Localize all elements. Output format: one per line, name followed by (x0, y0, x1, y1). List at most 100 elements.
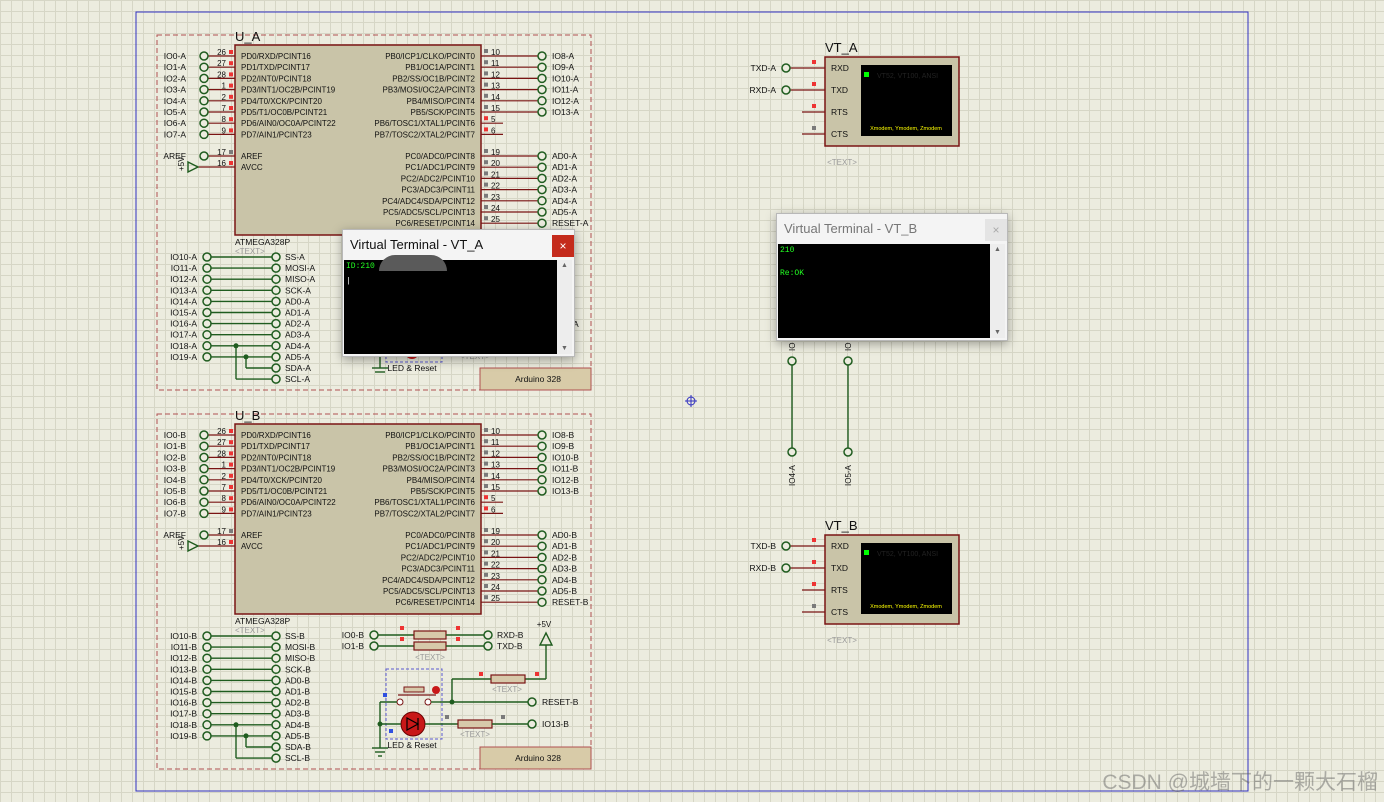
net-label: IO7-A (164, 129, 187, 139)
pin-number: 27 (217, 438, 226, 447)
terminal-icon (271, 742, 281, 752)
net-label: AD0-B (552, 530, 577, 540)
terminal-icon (537, 62, 547, 72)
chip-text: <TEXT> (235, 626, 265, 635)
net-label: TXD-A (751, 63, 777, 73)
terminal-icon (271, 642, 281, 652)
net-label: IO11-A (552, 85, 579, 95)
net-terminal (199, 62, 209, 72)
pin-name: PD2/INT0/PCINT18 (241, 74, 312, 83)
net-label: IO4-B (164, 475, 187, 485)
terminal-icon (271, 653, 281, 663)
net-label: IO5-A (844, 464, 853, 486)
net-label: AD3-A (552, 185, 577, 195)
pin-marker (445, 715, 449, 719)
terminal-window-vt-b[interactable]: Virtual Terminal - VT_B × 210 Re:OK ▲ ▼ (776, 213, 1008, 341)
terminal-icon (202, 329, 212, 340)
pin-name: PC1/ADC1/PCINT9 (405, 163, 475, 172)
terminal-icon (271, 274, 281, 284)
pin-number: 28 (217, 449, 226, 458)
net-label: IO10-A (552, 73, 579, 83)
vertical-scrollbar[interactable]: ▲ ▼ (557, 260, 572, 354)
io-probe-wires[interactable]: IO IO4-A IO IO5-A (787, 343, 853, 486)
pin-name: PB4/MISO/PCINT4 (407, 476, 476, 485)
pin-number: 25 (491, 215, 500, 224)
pin-marker (229, 507, 233, 512)
terminal-icon (202, 296, 212, 307)
net-label: IO16-B (170, 698, 197, 708)
terminal-icon (271, 753, 281, 763)
scroll-up-icon[interactable]: ▲ (990, 246, 1005, 253)
virtual-terminal-vt-b[interactable]: VT_B VT52, VT100, ANSI Xmodem, Ymodem, Zmo… (750, 518, 960, 645)
scroll-down-icon[interactable]: ▼ (557, 345, 572, 352)
pin-number: 2 (222, 93, 227, 102)
close-button[interactable]: × (985, 219, 1007, 241)
terminal-icon (271, 329, 281, 340)
terminal-window-vt-a[interactable]: Virtual Terminal - VT_A × ID:210 | ▲ ▼ (342, 229, 575, 357)
close-button[interactable]: × (552, 235, 574, 257)
power-label: +5V (177, 156, 186, 171)
net-label: MISO-B (285, 653, 316, 663)
net-label: SDA-A (285, 363, 311, 373)
terminal-title-bar[interactable]: Virtual Terminal - VT_A × (343, 230, 574, 260)
button-pin (424, 698, 432, 706)
pin-marker (484, 160, 488, 165)
terminal-icon (537, 207, 547, 217)
scroll-down-icon[interactable]: ▼ (990, 329, 1005, 336)
net-label: AD0-A (285, 296, 310, 306)
terminal-ref: VT_A (825, 40, 858, 55)
net-label: AD2-B (552, 552, 577, 562)
pin-number: 24 (491, 204, 500, 213)
net-label: MISO-A (285, 274, 316, 284)
pin-number: 28 (217, 70, 226, 79)
pin-name: PB6/TOSC1/XTAL1/PCINT6 (374, 119, 475, 128)
power-arrow-icon (187, 160, 200, 174)
pin-name: PD6/AIN0/OC0A/PCINT22 (241, 498, 336, 507)
net-label: IO17-A (170, 330, 197, 340)
terminal-screen[interactable]: ID:210 | (344, 260, 560, 354)
net-label: SCK-A (285, 285, 311, 295)
net-label: AD0-A (552, 151, 577, 161)
pin-number: 9 (222, 505, 227, 514)
terminal-icon (537, 184, 547, 195)
chip-u-b[interactable]: Arduino 328U_BATMEGA328P<TEXT>26 PD0/RXD/… (156, 408, 592, 770)
net-label: IO (788, 343, 797, 351)
net-label: IO5-A (164, 107, 187, 117)
window-title: Virtual Terminal - VT_B (784, 221, 918, 236)
net-label: MOSI-B (285, 642, 316, 652)
terminal-icon (271, 697, 281, 708)
net-terminal (199, 129, 209, 140)
terminal-screen[interactable]: 210 Re:OK (778, 244, 990, 338)
led-reset-circuit-b[interactable]: IO0-B RXD-B IO1-B TXD-B <TEXT> +5V <TEXT> RESET… (342, 620, 579, 757)
net-label: IO1-B (342, 641, 365, 651)
net-label: AD1-A (285, 308, 310, 318)
terminal-title-bar[interactable]: Virtual Terminal - VT_B × (777, 214, 1007, 244)
pin-marker (484, 182, 488, 187)
vertical-scrollbar[interactable]: ▲ ▼ (990, 244, 1005, 338)
pin-marker (484, 484, 488, 488)
net-label: TXD-B (497, 641, 523, 651)
terminal-icon (781, 563, 791, 573)
net-terminal (199, 497, 209, 507)
terminal-icon (271, 708, 281, 719)
resistor-icon (490, 674, 526, 684)
net-label: IO10-A (170, 252, 197, 262)
net-label: IO7-B (164, 508, 187, 518)
terminal-icon (537, 597, 547, 607)
pin-marker (229, 128, 233, 133)
pin-name: PB2/SS/OC1B/PCINT2 (392, 74, 475, 83)
net-label: IO14-B (170, 675, 197, 685)
pin-number: 11 (491, 59, 500, 68)
terminal-icon (271, 252, 281, 262)
pin-name: PD3/INT1/OC2B/PCINT19 (241, 86, 336, 95)
chip-ref: U_A (235, 29, 261, 44)
pin-number: 24 (491, 583, 500, 592)
pin-number: 13 (491, 461, 500, 470)
scroll-up-icon[interactable]: ▲ (557, 262, 572, 269)
schematic-canvas[interactable]: Arduino 328U_AATMEGA328P<TEXT>26 PD0/RXD/… (0, 0, 1384, 802)
pin-number: 22 (491, 182, 500, 191)
pin-marker (484, 149, 488, 153)
terminal-icon (781, 63, 791, 73)
resistor-icon (457, 719, 493, 729)
virtual-terminal-vt-a[interactable]: VT_A VT52, VT100, ANSI Xmodem, Ymodem, Zmo… (750, 40, 960, 167)
